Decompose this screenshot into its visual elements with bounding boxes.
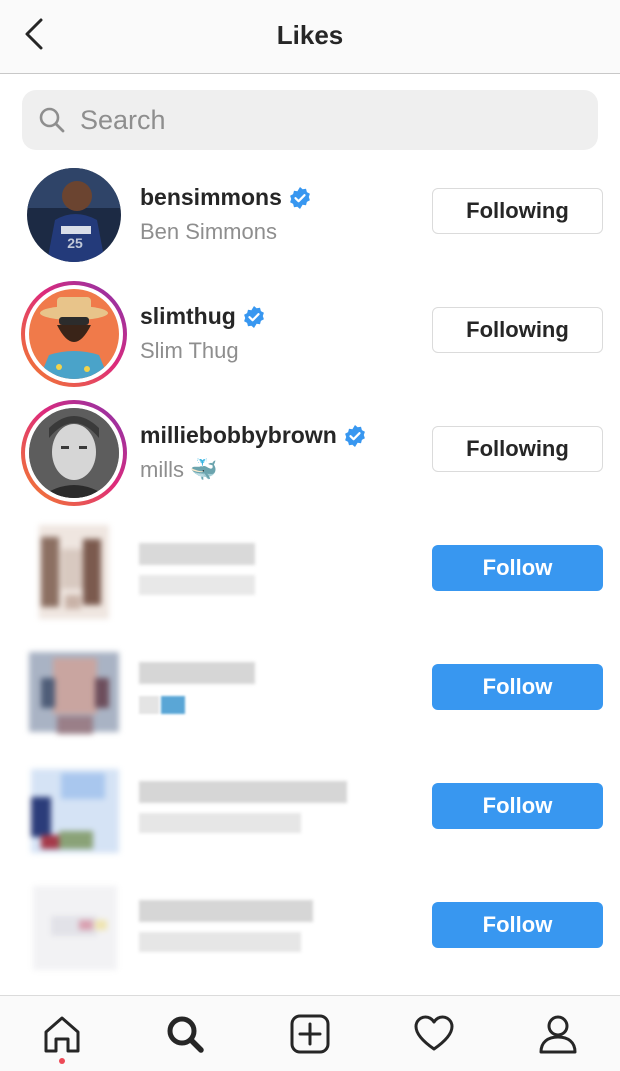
list-item[interactable]: Follow	[0, 864, 620, 983]
full-name: mills	[140, 457, 184, 482]
follow-button[interactable]: Follow	[432, 664, 603, 710]
verified-badge-icon	[288, 186, 312, 210]
follow-button[interactable]: Follow	[432, 545, 603, 591]
avatar[interactable]	[21, 757, 127, 863]
blurred-fullname	[139, 813, 301, 833]
username[interactable]: milliebobbybrown	[140, 422, 337, 449]
list-item[interactable]: 25 bensimmons Ben Simmons Following	[0, 150, 620, 269]
heart-icon	[414, 1015, 454, 1051]
search-input[interactable]	[78, 103, 562, 137]
blurred-username	[139, 900, 313, 922]
whale-emoji: 🐳	[190, 457, 218, 482]
search-icon	[167, 1016, 204, 1053]
avatar[interactable]	[21, 400, 127, 506]
search-bar[interactable]	[22, 90, 598, 150]
blurred-fullname	[139, 575, 255, 595]
username[interactable]: slimthug	[140, 303, 236, 330]
blurred-username	[139, 543, 255, 565]
svg-text:25: 25	[67, 235, 83, 251]
avatar[interactable]	[21, 638, 127, 744]
add-icon	[290, 1014, 330, 1054]
avatar[interactable]	[21, 281, 127, 387]
username[interactable]: bensimmons	[140, 184, 282, 211]
list-item[interactable]: Follow	[0, 745, 620, 864]
avatar[interactable]: 25	[21, 162, 127, 268]
list-item[interactable]: slimthug Slim Thug Following	[0, 269, 620, 388]
full-name: Ben Simmons	[140, 219, 277, 244]
verified-badge-icon	[343, 424, 367, 448]
blurred-username	[139, 662, 255, 684]
blurred-username	[139, 781, 347, 803]
verified-badge-icon	[242, 305, 266, 329]
home-icon	[44, 1016, 80, 1053]
list-item[interactable]: Follow	[0, 507, 620, 626]
following-button[interactable]: Following	[432, 307, 603, 353]
nav-profile[interactable]	[534, 1010, 582, 1058]
follow-button[interactable]: Follow	[432, 783, 603, 829]
follow-button[interactable]: Follow	[432, 902, 603, 948]
list-item[interactable]: Follow	[0, 626, 620, 745]
blurred-fullname	[139, 932, 301, 952]
search-icon	[39, 107, 65, 133]
following-button[interactable]: Following	[432, 426, 603, 472]
nav-search[interactable]	[161, 1010, 209, 1058]
likes-list: 25 bensimmons Ben Simmons Following slim…	[0, 150, 620, 983]
following-button[interactable]: Following	[432, 188, 603, 234]
bottom-nav	[0, 995, 620, 1071]
blurred-emoji	[161, 696, 185, 714]
nav-add[interactable]	[286, 1010, 334, 1058]
avatar[interactable]	[21, 519, 127, 625]
page-title: Likes	[276, 20, 344, 50]
profile-icon	[539, 1015, 577, 1054]
blurred-fullname	[139, 696, 159, 714]
notification-dot	[59, 1058, 65, 1064]
list-item[interactable]: milliebobbybrown mills 🐳 Following	[0, 388, 620, 507]
avatar[interactable]	[21, 876, 127, 982]
top-bar: Likes	[0, 0, 620, 74]
full-name: Slim Thug	[140, 338, 239, 363]
nav-activity[interactable]	[410, 1010, 458, 1058]
nav-home[interactable]	[38, 1010, 86, 1058]
